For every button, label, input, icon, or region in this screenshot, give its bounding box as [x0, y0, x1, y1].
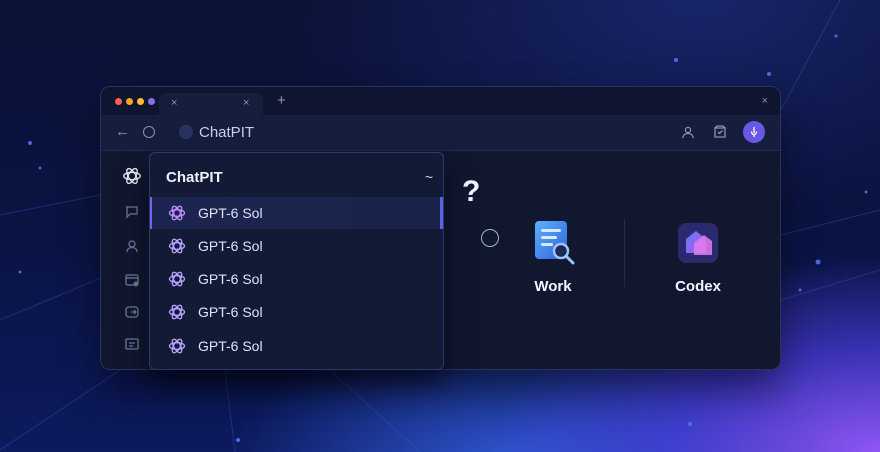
new-tab-button[interactable]: +: [277, 93, 286, 109]
model-logo-icon: [168, 205, 186, 221]
maximize-window-dot[interactable]: [137, 98, 144, 105]
traffic-lights: [115, 98, 155, 105]
chevron-icon[interactable]: ~: [425, 169, 433, 185]
model-dropdown: ChatPIT ~ GPT-6 Sol GPT-6 Sol GPT-6 Sol: [149, 152, 444, 370]
model-logo-icon: [168, 238, 186, 254]
tab-close-icon[interactable]: ×: [171, 96, 177, 110]
address-bar: ← ChatPIT: [101, 115, 780, 151]
model-option-label: GPT-6 Sol: [198, 338, 263, 354]
dropdown-title: ChatPIT: [166, 169, 223, 186]
model-option-label: GPT-6 Sol: [198, 304, 263, 320]
model-option-5[interactable]: GPT-6 Sol: [150, 330, 443, 362]
save-icon[interactable]: [713, 125, 727, 144]
document-search-icon: [535, 221, 575, 265]
model-logo-icon: [168, 304, 186, 320]
back-arrow-icon[interactable]: ←: [115, 123, 130, 140]
user-icon[interactable]: [681, 125, 695, 144]
work-card[interactable]: Work: [513, 219, 593, 295]
site-favicon-icon: [179, 125, 193, 139]
question-mark: ?: [462, 175, 481, 208]
scrollbar-thumb[interactable]: [440, 197, 443, 229]
model-option-label: GPT-6 Sol: [198, 238, 263, 254]
mic-icon: [750, 127, 758, 137]
model-logo-icon: [168, 271, 186, 287]
openai-logo-icon[interactable]: [121, 165, 143, 187]
codex-label: Codex: [675, 278, 721, 295]
card-divider: [624, 219, 625, 287]
extra-window-dot[interactable]: [148, 98, 155, 105]
window-close-icon[interactable]: ×: [762, 95, 768, 107]
url-text[interactable]: ChatPIT: [199, 124, 254, 141]
codex-cube-icon: [678, 223, 718, 263]
close-window-dot[interactable]: [115, 98, 122, 105]
tab-close-icon[interactable]: ×: [243, 96, 249, 110]
minimize-window-dot[interactable]: [126, 98, 133, 105]
model-option-label: GPT-6 Sol: [198, 205, 263, 221]
mic-button[interactable]: [743, 121, 765, 143]
reload-icon[interactable]: [143, 126, 155, 138]
model-option-2[interactable]: GPT-6 Sol: [150, 230, 443, 262]
model-option-4[interactable]: GPT-6 Sol: [150, 296, 443, 328]
notes-icon[interactable]: [121, 333, 143, 355]
dropdown-header[interactable]: ChatPIT ~: [150, 153, 443, 197]
option-radio[interactable]: [481, 229, 499, 247]
codex-card[interactable]: Codex: [658, 219, 738, 295]
model-option-label: GPT-6 Sol: [198, 271, 263, 287]
work-label: Work: [534, 278, 572, 295]
model-logo-icon: [168, 338, 186, 354]
selection-indicator: [150, 197, 152, 229]
model-option-1[interactable]: GPT-6 Sol: [150, 197, 443, 229]
window-icon[interactable]: [121, 269, 143, 291]
exit-icon[interactable]: [121, 301, 143, 323]
browser-tab[interactable]: × ×: [159, 93, 263, 115]
model-option-3[interactable]: GPT-6 Sol: [150, 263, 443, 295]
chat-icon[interactable]: [121, 201, 143, 223]
profile-icon[interactable]: [121, 235, 143, 257]
tab-bar: × × + ×: [101, 87, 780, 115]
